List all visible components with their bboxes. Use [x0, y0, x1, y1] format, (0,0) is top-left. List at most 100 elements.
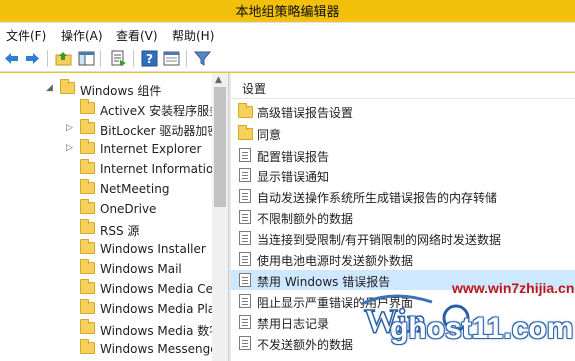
list-item-label: 高级错误报告设置	[257, 106, 354, 120]
tree-item-label: Windows Mail	[100, 262, 182, 276]
scroll-up-icon[interactable]: ▲	[215, 75, 222, 85]
help-icon[interactable]: ?	[141, 50, 158, 67]
list-item-selected[interactable]: 禁用 Windows 错误报告	[231, 270, 575, 290]
folder-icon	[80, 339, 95, 354]
window-title: 本地组策略编辑器	[235, 5, 340, 20]
tree-item[interactable]: Windows Mail	[0, 259, 212, 279]
list-item-label: 使用电池电源时发送额外数据	[257, 254, 414, 268]
list-item[interactable]: 显示错误通知	[231, 165, 575, 185]
expand-icon[interactable]: ▷	[66, 143, 73, 153]
toolbar-separator	[100, 50, 101, 67]
policy-setting-icon	[239, 315, 251, 329]
title-bar: 本地组策略编辑器	[0, 0, 575, 20]
tree-item-label: Windows Installer	[100, 242, 206, 256]
list-item[interactable]: 高级错误报告设置	[231, 101, 575, 121]
svg-text:?: ?	[146, 52, 153, 66]
policy-setting-icon	[239, 189, 251, 203]
tree-item[interactable]: Windows Installer	[0, 239, 212, 259]
menu-help[interactable]: 帮助(H)	[172, 27, 214, 44]
tree-item[interactable]: Internet Information Services	[0, 159, 228, 179]
up-folder-icon[interactable]	[55, 50, 72, 67]
toolbar: ?	[0, 44, 575, 72]
list-item-label: 当连接到受限制/有开销限制的网络时发送数据	[257, 233, 502, 247]
folder-icon	[80, 219, 95, 234]
list-item-label: 配置错误报告	[257, 150, 330, 164]
tree-item[interactable]: OneDrive	[0, 199, 212, 219]
folder-icon	[80, 119, 95, 134]
folder-icon	[80, 199, 95, 214]
tree-item[interactable]: Windows Media Center	[0, 279, 228, 299]
list-item[interactable]: 禁用日志记录	[231, 312, 575, 332]
list-item[interactable]: 阻止显示严重错误的用户界面	[231, 291, 575, 311]
list-item[interactable]: 配置错误报告	[231, 145, 575, 165]
tree-item[interactable]: ▷ BitLocker 驱动器加密	[0, 119, 219, 139]
folder-icon	[238, 103, 253, 118]
tree-item[interactable]: Windows Messenger	[0, 339, 223, 359]
scrollbar-thumb[interactable]	[214, 87, 226, 207]
list-item-label: 不发送额外的数据	[257, 338, 354, 352]
list-item-label: 阻止显示严重错误的用户界面	[257, 296, 414, 310]
policy-setting-icon	[239, 168, 251, 182]
folder-icon	[80, 259, 95, 274]
policy-setting-icon	[239, 294, 251, 308]
folder-icon	[60, 79, 75, 94]
list-item[interactable]: 不限制额外的数据	[231, 207, 575, 227]
export-list-icon[interactable]	[110, 50, 127, 67]
tree-item[interactable]: Windows Media 数字权限管理	[0, 319, 228, 339]
tree-item-label: Internet Information Services	[100, 162, 228, 176]
toolbar-separator	[47, 50, 48, 67]
back-arrow-icon[interactable]	[3, 50, 20, 67]
expand-icon[interactable]: ▷	[66, 123, 73, 133]
tree-item-label: Windows 组件	[80, 84, 162, 98]
tree-item-label: Windows Media Player	[100, 302, 228, 316]
list-item-label: 显示错误通知	[257, 170, 330, 184]
folder-icon	[238, 125, 253, 140]
tree-item[interactable]: Windows Media Player	[0, 299, 228, 319]
column-header-settings[interactable]: 设置	[231, 73, 575, 99]
filter-icon[interactable]	[194, 50, 211, 67]
tree-item[interactable]: NetMeeting	[0, 179, 212, 199]
show-hide-tree-icon[interactable]	[78, 50, 95, 67]
tree-item[interactable]: ◢ Windows 组件	[0, 79, 212, 99]
folder-icon	[80, 179, 95, 194]
collapse-icon[interactable]: ◢	[46, 83, 53, 93]
folder-icon	[80, 159, 95, 174]
tree-item-label: Internet Explorer	[100, 142, 202, 156]
policy-setting-icon	[239, 252, 251, 266]
policy-setting-icon	[239, 273, 251, 287]
folder-icon	[80, 319, 95, 334]
tree-item-label: BitLocker 驱动器加密	[100, 124, 220, 138]
folder-icon	[80, 239, 95, 254]
policy-setting-icon	[239, 231, 251, 245]
tree-item-label: Windows Media Center	[100, 282, 228, 296]
tree-scrollbar[interactable]: ▲	[212, 73, 228, 361]
toolbar-separator	[186, 50, 187, 67]
list-item-label: 不限制额外的数据	[257, 212, 354, 226]
settings-list-pane: 设置 高级错误报告设置 同意 配置错误报告 显示错误通知 自动发送操作系统所生成…	[231, 73, 575, 361]
forward-arrow-icon[interactable]	[24, 50, 41, 67]
menu-file[interactable]: 文件(F)	[6, 27, 46, 44]
policy-setting-icon	[239, 336, 251, 350]
menu-view[interactable]: 查看(V)	[116, 27, 158, 44]
properties-icon[interactable]	[163, 50, 180, 67]
column-header-label: 设置	[242, 82, 267, 96]
tree-item-label: NetMeeting	[100, 182, 170, 196]
menu-bar: 文件(F) 操作(A) 查看(V) 帮助(H)	[0, 22, 575, 44]
tree-item-label: Windows Messenger	[100, 342, 223, 356]
policy-setting-icon	[239, 148, 251, 162]
list-item[interactable]: 同意	[231, 123, 575, 143]
tree-item[interactable]: RSS 源	[0, 219, 212, 239]
folder-icon	[80, 279, 95, 294]
toolbar-separator	[133, 50, 134, 67]
menu-action[interactable]: 操作(A)	[61, 27, 103, 44]
tree-item[interactable]: ActiveX 安装程序服务	[0, 99, 221, 119]
list-item[interactable]: 当连接到受限制/有开销限制的网络时发送数据	[231, 228, 575, 248]
list-item-label: 同意	[257, 128, 282, 142]
policy-setting-icon	[239, 210, 251, 224]
list-item[interactable]: 自动发送操作系统所生成错误报告的内存转储	[231, 186, 575, 206]
tree-item-label: ActiveX 安装程序服务	[100, 104, 222, 118]
tree-item[interactable]: ▷ Internet Explorer	[0, 139, 212, 159]
list-item[interactable]: 使用电池电源时发送额外数据	[231, 249, 575, 269]
list-item[interactable]: 不发送额外的数据	[231, 333, 575, 353]
folder-icon	[80, 299, 95, 314]
